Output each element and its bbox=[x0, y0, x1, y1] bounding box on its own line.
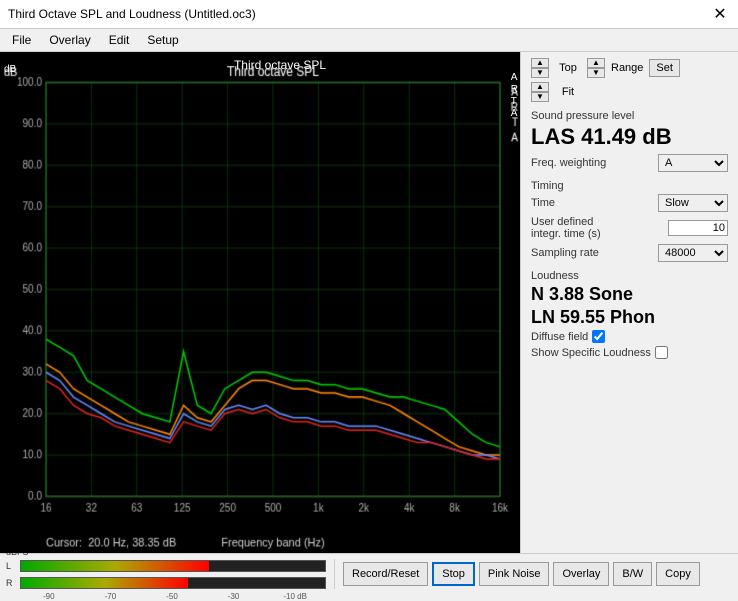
chart-area: dB Third octave SPL ARTA bbox=[0, 52, 520, 553]
menu-edit[interactable]: Edit bbox=[101, 31, 138, 49]
dbfs-area: dBFS L R -90 -70 -50 -30 -10 dB bbox=[6, 547, 326, 601]
meter-bar-l bbox=[20, 560, 326, 572]
menu-file[interactable]: File bbox=[4, 31, 39, 49]
stop-button[interactable]: Stop bbox=[432, 562, 475, 586]
loudness-ln-value: LN 59.55 Phon bbox=[531, 307, 728, 328]
fit-down-btn[interactable]: ▼ bbox=[531, 92, 549, 102]
fit-up-btn[interactable]: ▲ bbox=[531, 82, 549, 92]
divider bbox=[334, 559, 335, 589]
bw-button[interactable]: B/W bbox=[613, 562, 652, 586]
set-button[interactable]: Set bbox=[649, 59, 680, 77]
tick-50: -50 bbox=[141, 592, 203, 601]
show-specific-loudness-label: Show Specific Loudness bbox=[531, 347, 651, 359]
diffuse-field-checkbox[interactable] bbox=[592, 330, 605, 343]
spl-section-label: Sound pressure level bbox=[531, 110, 728, 122]
freq-weighting-row: Freq. weighting ABCZ bbox=[531, 154, 728, 172]
fit-row: ▲ ▼ Fit bbox=[531, 82, 728, 102]
range-label: Range bbox=[611, 62, 643, 74]
fit-spinner[interactable]: ▲ ▼ bbox=[531, 82, 549, 102]
user-integr-input[interactable] bbox=[668, 220, 728, 236]
fit-label: Fit bbox=[555, 86, 581, 98]
menu-overlay[interactable]: Overlay bbox=[41, 31, 98, 49]
loudness-n-value: N 3.88 Sone bbox=[531, 284, 728, 305]
top-up-btn[interactable]: ▲ bbox=[531, 58, 549, 68]
y-axis-label: dB bbox=[4, 64, 16, 75]
sampling-rate-label: Sampling rate bbox=[531, 247, 599, 259]
channel-r-label: R bbox=[6, 578, 18, 588]
range-down-btn[interactable]: ▼ bbox=[587, 68, 605, 78]
channel-l-label: L bbox=[6, 561, 18, 571]
time-select[interactable]: SlowFastImpulse bbox=[658, 194, 728, 212]
main-container: dB Third octave SPL ARTA ▲ ▼ Top ▲ ▼ Ran… bbox=[0, 52, 738, 553]
close-button[interactable]: ✕ bbox=[710, 4, 730, 24]
freq-weighting-label: Freq. weighting bbox=[531, 157, 606, 169]
user-integr-row: User definedintegr. time (s) bbox=[531, 216, 728, 240]
loudness-section-label: Loudness bbox=[531, 270, 728, 282]
pink-noise-button[interactable]: Pink Noise bbox=[479, 562, 550, 586]
diffuse-field-label: Diffuse field bbox=[531, 331, 588, 343]
show-specific-loudness-checkbox[interactable] bbox=[655, 346, 668, 359]
controls-panel: ▲ ▼ Top ▲ ▼ Range Set ▲ ▼ Fit Sound pres… bbox=[520, 52, 738, 553]
nav-row: ▲ ▼ Top ▲ ▼ Range Set bbox=[531, 58, 728, 78]
top-label: Top bbox=[555, 62, 581, 74]
window-title: Third Octave SPL and Loudness (Untitled.… bbox=[8, 7, 256, 21]
tick-10: -10 dB bbox=[264, 592, 326, 601]
dbfs-row-l: L bbox=[6, 558, 326, 575]
arta-label: ARTA bbox=[511, 72, 518, 120]
tick-90: -90 bbox=[18, 592, 80, 601]
user-integr-label: User definedintegr. time (s) bbox=[531, 216, 601, 240]
meter-bar-r bbox=[20, 577, 326, 589]
timing-section-label: Timing bbox=[531, 180, 728, 192]
tick-70: -70 bbox=[80, 592, 142, 601]
meter-fill-r bbox=[21, 578, 188, 588]
dbfs-row-r: R bbox=[6, 575, 326, 592]
tick-30: -30 bbox=[203, 592, 265, 601]
record-reset-button[interactable]: Record/Reset bbox=[343, 562, 428, 586]
time-row: Time SlowFastImpulse bbox=[531, 194, 728, 212]
diffuse-field-row: Diffuse field bbox=[531, 330, 728, 343]
bottom-bar: dBFS L R -90 -70 -50 -30 -10 dB Record/R… bbox=[0, 553, 738, 593]
action-buttons: Record/Reset Stop Pink Noise Overlay B/W… bbox=[343, 562, 700, 586]
menu-bar: File Overlay Edit Setup bbox=[0, 29, 738, 52]
show-specific-loudness-row: Show Specific Loudness bbox=[531, 346, 728, 359]
spl-chart bbox=[0, 52, 520, 553]
sampling-rate-row: Sampling rate 441004800096000 bbox=[531, 244, 728, 262]
overlay-button[interactable]: Overlay bbox=[553, 562, 609, 586]
top-spinner[interactable]: ▲ ▼ bbox=[531, 58, 549, 78]
top-down-btn[interactable]: ▼ bbox=[531, 68, 549, 78]
time-label: Time bbox=[531, 197, 555, 209]
range-spinner[interactable]: ▲ ▼ bbox=[587, 58, 605, 78]
range-up-btn[interactable]: ▲ bbox=[587, 58, 605, 68]
spl-value: LAS 41.49 dB bbox=[531, 124, 728, 150]
meter-fill-l bbox=[21, 561, 209, 571]
freq-weighting-select[interactable]: ABCZ bbox=[658, 154, 728, 172]
chart-title: Third octave SPL bbox=[60, 58, 500, 72]
title-bar: Third Octave SPL and Loudness (Untitled.… bbox=[0, 0, 738, 29]
meter-ticks: -90 -70 -50 -30 -10 dB bbox=[6, 592, 326, 601]
sampling-rate-select[interactable]: 441004800096000 bbox=[658, 244, 728, 262]
copy-button[interactable]: Copy bbox=[656, 562, 700, 586]
menu-setup[interactable]: Setup bbox=[139, 31, 186, 49]
